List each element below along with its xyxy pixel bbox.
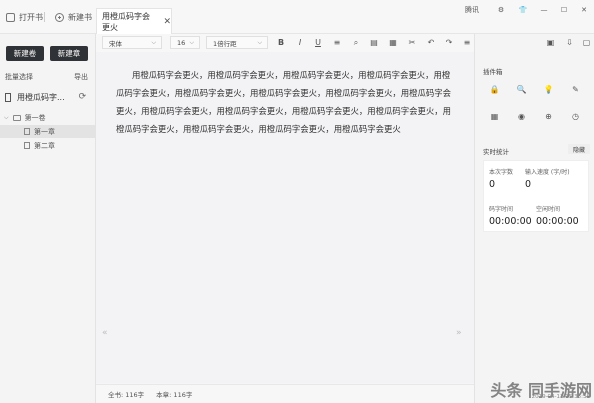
hide-stats-button[interactable]: 隐藏 (568, 144, 590, 154)
typeset-icon[interactable]: ▦ (388, 37, 398, 48)
volume-item[interactable]: ⌵ 第一卷 (4, 112, 96, 124)
cut-icon[interactable]: ✂ (407, 37, 417, 48)
speed-value: 0 (525, 179, 532, 190)
editor-text[interactable]: 用橙瓜码字会更火，用橙瓜码字会更火，用橙瓜码字会更火，用橙瓜码字会更火，用橙瓜码… (116, 66, 456, 138)
this-count-label: 本次字数 (489, 169, 514, 176)
italic-icon[interactable]: I (295, 37, 305, 48)
new-book-button[interactable]: 新建书 (55, 10, 92, 24)
font-value: 宋体 (109, 39, 122, 48)
realtime-stats-title: 实时统计 (483, 148, 509, 156)
title-bar: 打开书 新建书 用橙瓜码字会更火 ✕ 腾讯 ⚙ 👕 — ☐ ✕ (0, 0, 594, 34)
chevron-down-icon: ⌵ (4, 114, 9, 121)
font-select[interactable]: 宋体 ⌵ (102, 36, 162, 49)
line-spacing-select[interactable]: 1倍行距 ⌵ (206, 36, 268, 49)
prev-chapter-icon[interactable]: « (102, 328, 108, 338)
book-icon (5, 92, 11, 102)
format-toolbar: 宋体 ⌵ 16 ⌵ 1倍行距 ⌵ B I U ≡ ⌕ ▤ ▦ ✂ ↶ ↷ ≡ (96, 34, 474, 52)
status-bar: 全书: 116字 本章: 116字 (96, 384, 474, 403)
bold-icon[interactable]: B (276, 37, 286, 48)
chapter-word-count: 本章: 116字 (156, 391, 193, 399)
typing-time-label: 码字时间 (489, 206, 514, 213)
save-icon[interactable]: ▣ (545, 37, 556, 48)
font-size-select[interactable]: 16 ⌵ (170, 36, 200, 49)
lock-icon[interactable]: 🔒 (489, 84, 500, 95)
book-item[interactable]: 用橙瓜码字... ⟳ (0, 89, 96, 105)
chapter-item-1[interactable]: 第一章 (0, 125, 95, 138)
chapter-item-2[interactable]: 第二章 (0, 139, 95, 152)
folder-icon (12, 115, 21, 121)
watermark-date: 2019-04-12 15:35:36 (531, 394, 590, 400)
open-book-button[interactable]: 打开书 (6, 10, 43, 24)
chevron-down-icon: ⌵ (189, 39, 194, 46)
redo-icon[interactable]: ↷ (444, 37, 454, 48)
idle-time-value: 00:00:00 (536, 216, 579, 227)
sidebar: 新建卷 新建章 批量选择 导出 用橙瓜码字... ⟳ ⌵ 第一卷 第一章 第二章 (0, 34, 96, 403)
plus-circle-icon[interactable]: ⊕ (543, 111, 554, 122)
next-chapter-icon[interactable]: » (456, 328, 462, 338)
target-icon[interactable]: ◉ (516, 111, 527, 122)
editor-area[interactable]: 用橙瓜码字会更火，用橙瓜码字会更火，用橙瓜码字会更火，用橙瓜码字会更火，用橙瓜码… (96, 52, 474, 383)
close-icon[interactable]: ✕ (574, 6, 594, 14)
close-tab-icon[interactable]: ✕ (163, 17, 171, 27)
document-icon (24, 128, 30, 135)
settings-icon[interactable]: ⚙ (490, 6, 512, 14)
find-icon[interactable]: 🔍 (516, 84, 527, 95)
menu-icon[interactable]: ≡ (462, 37, 472, 48)
export-link[interactable]: 导出 (74, 72, 88, 82)
clock-icon[interactable]: ◷ (570, 111, 581, 122)
skin-icon[interactable]: 👕 (512, 6, 534, 14)
volume-label: 第一卷 (24, 114, 46, 122)
user-label[interactable]: 腾讯 (454, 5, 490, 15)
download-icon[interactable]: ⇩ (564, 37, 575, 48)
plugins-title: 插件箱 (483, 68, 503, 76)
document-tab[interactable]: 用橙瓜码字会更火 ✕ (96, 8, 172, 34)
font-size-value: 16 (177, 38, 186, 47)
line-spacing-value: 1倍行距 (213, 39, 237, 48)
idea-icon[interactable]: 💡 (543, 84, 554, 95)
stats-card: 本次字数 0 输入速度 (字/时) 0 码字时间 00:00:00 空闲时间 0… (483, 160, 589, 232)
format-icon[interactable]: ▤ (369, 37, 379, 48)
idle-time-label: 空闲时间 (536, 206, 561, 213)
maximize-icon[interactable]: ☐ (554, 6, 574, 14)
align-icon[interactable]: ≡ (332, 37, 342, 48)
search-icon[interactable]: ⌕ (351, 37, 361, 48)
chapter-label: 第二章 (34, 141, 55, 150)
divider (44, 12, 45, 22)
typing-time-value: 00:00:00 (489, 216, 532, 227)
table-icon[interactable]: ▦ (489, 111, 500, 122)
document-icon (24, 142, 30, 149)
chevron-down-icon: ⌵ (151, 39, 156, 46)
window-controls: 腾讯 ⚙ 👕 — ☐ ✕ (454, 0, 594, 20)
speed-label: 输入速度 (字/时) (525, 169, 570, 176)
minimize-icon[interactable]: — (534, 6, 554, 14)
plus-icon (55, 12, 64, 22)
folder-icon (6, 12, 15, 22)
chapter-label: 第一章 (34, 127, 55, 136)
pen-icon[interactable]: ✎ (570, 84, 581, 95)
chevron-down-icon: ⌵ (257, 39, 262, 46)
new-volume-button[interactable]: 新建卷 (6, 46, 44, 61)
batch-select-link[interactable]: 批量选择 (5, 72, 33, 82)
new-book-label: 新建书 (68, 12, 92, 22)
tab-title: 用橙瓜码字会更火 (102, 11, 150, 32)
total-word-count: 全书: 116字 (108, 391, 145, 399)
book-title: 用橙瓜码字... (17, 92, 65, 102)
this-count-value: 0 (489, 179, 496, 190)
right-panel: ▣ ⇩ ▢ 插件箱 🔒 🔍 💡 ✎ ▦ ◉ ⊕ ◷ 实时统计 隐藏 本次字数 0… (474, 34, 594, 403)
open-book-label: 打开书 (19, 12, 43, 22)
new-chapter-button[interactable]: 新建章 (50, 46, 88, 61)
panel-toggle-icon[interactable]: ▢ (581, 37, 592, 48)
refresh-icon[interactable]: ⟳ (79, 92, 87, 102)
app-window: 打开书 新建书 用橙瓜码字会更火 ✕ 腾讯 ⚙ 👕 — ☐ ✕ 新建卷 新建章 … (0, 0, 594, 403)
undo-icon[interactable]: ↶ (426, 37, 436, 48)
underline-icon[interactable]: U (313, 37, 323, 48)
